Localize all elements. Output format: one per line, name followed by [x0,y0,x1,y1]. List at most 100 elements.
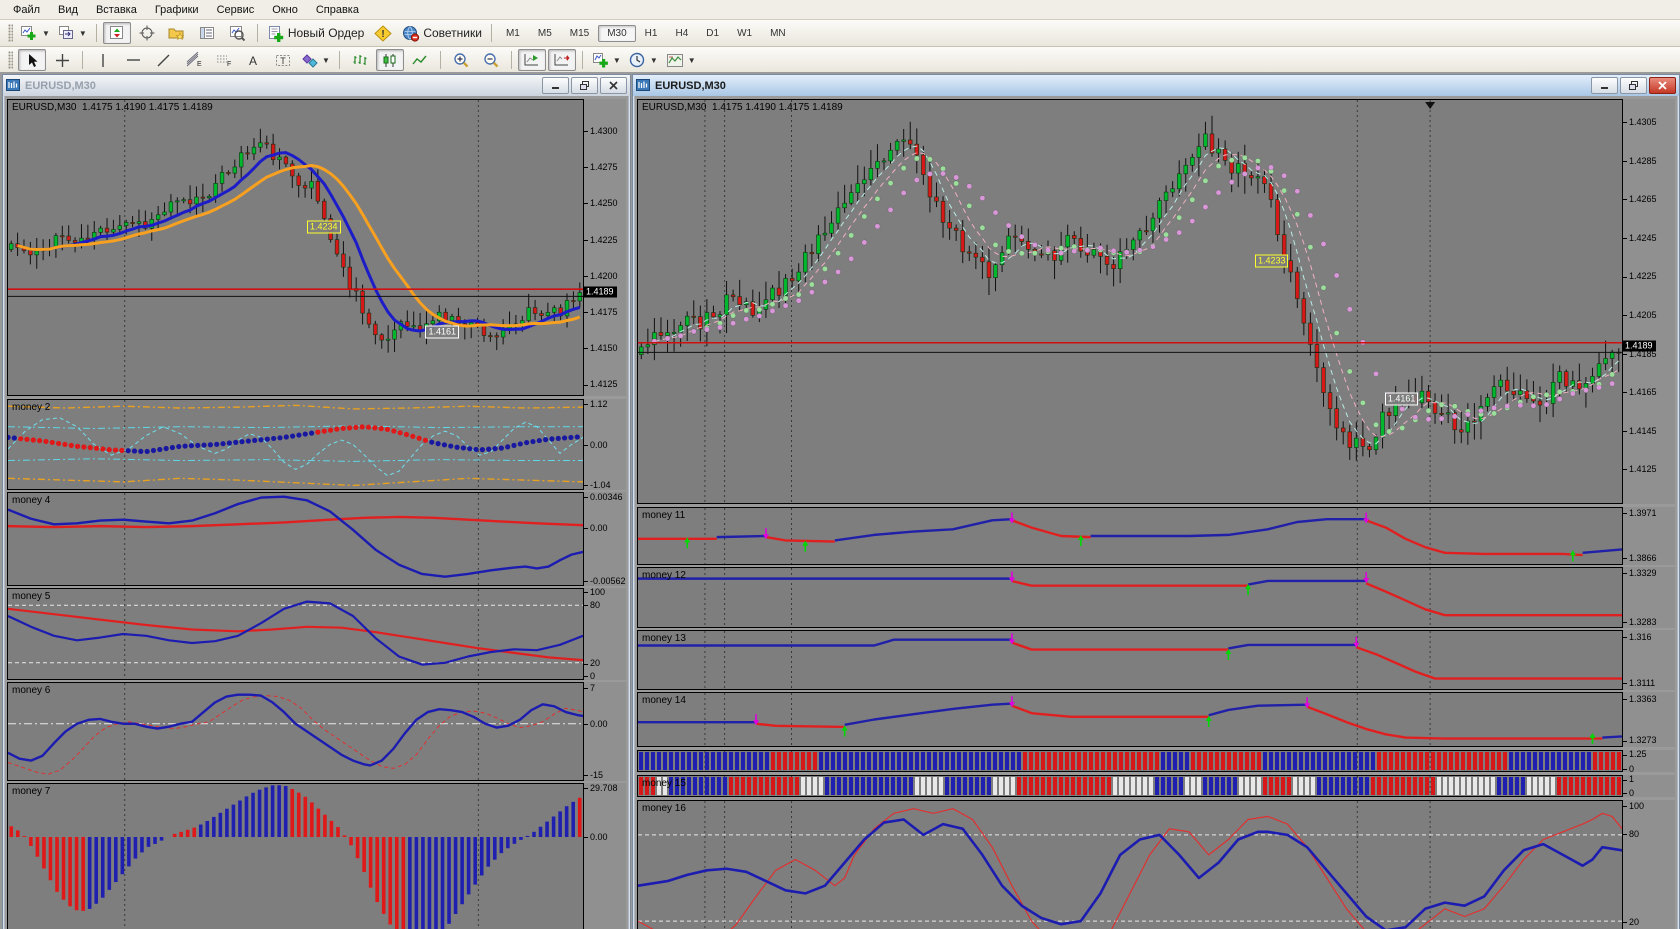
main-chart: EURUSD,M30 1.4175 1.4190 1.4175 1.41891.… [7,99,626,396]
navigator-button[interactable] [163,22,191,44]
label-button[interactable]: T [269,49,297,71]
menu-item-insert[interactable]: Вставка [87,2,146,18]
panel-money-2-price-axis[interactable]: 1.120.00-1.04 [584,399,626,490]
panel-money-13-plot[interactable]: money 13 [637,630,1623,690]
chart-client-area[interactable]: EURUSD,M30 1.4175 1.4190 1.4175 1.41891.… [5,96,628,929]
fibo-button[interactable]: E [179,49,207,71]
menu-item-service[interactable]: Сервис [208,2,264,18]
timeframe-m15-button[interactable]: M15 [561,25,598,42]
zoom-out-button[interactable] [477,49,505,71]
timeframe-d1-button[interactable]: D1 [697,25,728,42]
menu-item-charts[interactable]: Графики [146,2,208,18]
panel-money-11-price-axis[interactable]: 1.39711.3866 [1623,507,1675,565]
experts-button[interactable]: Советники [399,22,485,44]
menu-item-window[interactable]: Окно [263,2,307,18]
alert-button[interactable]: ! [369,22,397,44]
data-window-button[interactable] [133,22,161,44]
menu-item-view[interactable]: Вид [49,2,87,18]
axis-tick: 1.4305 [1623,117,1657,127]
axis-tick: 1.4175 [584,307,618,317]
panel-indicator-bars-4-price-axis[interactable]: 1.250 [1623,750,1675,772]
tester-button[interactable] [223,22,251,44]
panel-money-2-plot[interactable]: money 2 [7,399,584,490]
dropdown-caret-icon: ▼ [42,29,50,38]
main-chart-plot[interactable]: EURUSD,M30 1.4175 1.4190 1.4175 1.41891.… [637,99,1623,504]
timeframe-w1-button[interactable]: W1 [728,25,761,42]
vline-button[interactable] [89,49,117,71]
channel-button[interactable]: F [209,49,237,71]
chart-client-area[interactable]: EURUSD,M30 1.4175 1.4190 1.4175 1.41891.… [635,96,1677,929]
zoom-in-button[interactable] [447,49,475,71]
window-titlebar[interactable]: EURUSD,M30 [3,75,630,96]
panel-money-15-plot[interactable]: money 15 [637,775,1623,797]
crosshair-button[interactable] [48,49,76,71]
menu-item-help[interactable]: Справка [307,2,368,18]
cursor-button[interactable] [18,49,46,71]
menu-item-file[interactable]: Файл [4,2,49,18]
panel-money-12-plot[interactable]: money 12 [637,567,1623,628]
profiles-button[interactable]: ▼ [55,22,90,44]
line-chart-button[interactable] [406,49,434,71]
panel-money-6-price-axis[interactable]: 70.00-15 [584,682,626,781]
timeframe-m30-button[interactable]: M30 [598,25,635,42]
panel-money-15: money 1510 [637,775,1675,797]
indicator-name-label: money 4 [12,495,50,506]
axis-tick: -15 [584,770,603,780]
panel-money-14-price-axis[interactable]: 1.33631.3273 [1623,692,1675,747]
panel-money-5: money 5 10080200 [7,588,626,680]
text-button[interactable]: A [239,49,267,71]
panel-money-4-plot[interactable]: money 4 [7,492,584,586]
restore-button[interactable] [1620,77,1647,94]
panel-money-4-price-axis[interactable]: 0.003460.00-0.00562 [584,492,626,586]
new-order-button[interactable]: Новый Ордер [264,22,367,44]
panel-money-16-price-axis[interactable]: 10080200 [1623,800,1675,929]
panel-money-7-plot[interactable]: money 7 [7,783,584,929]
panel-money-16-plot[interactable]: money 16 [637,800,1623,929]
panel-money-5-plot[interactable]: money 5 [7,588,584,680]
window-titlebar[interactable]: EURUSD,M30 [633,75,1679,96]
minimize-button[interactable] [542,77,569,94]
hline-button[interactable] [119,49,147,71]
main-chart-price-axis[interactable]: 1.43051.42851.42651.42451.42251.42051.41… [1623,99,1675,504]
main-chart-price-axis[interactable]: 1.43001.42751.42501.42251.42001.41751.41… [584,99,626,396]
timeframe-mn-button[interactable]: MN [761,25,795,42]
toolbar-separator [491,24,492,42]
indicator-name-label: money 5 [12,591,50,602]
templates-button[interactable]: ▼ [663,49,699,71]
panel-money-7-price-axis[interactable]: 29.7080.00-69.2552 [584,783,626,929]
trendline-button[interactable] [149,49,177,71]
panel-money-15-price-axis[interactable]: 10 [1623,775,1675,797]
bars-chart-button[interactable] [346,49,374,71]
minimize-button[interactable] [1591,77,1618,94]
indicators-button[interactable]: ▼ [589,49,624,71]
toolbar-standard: ▼ ▼ Новый Ордер!Советники M1M5M15M30H1H4D1W… [0,20,1680,47]
panel-money-14-plot[interactable]: money 14 [637,692,1623,747]
toolbar-separator [96,24,97,42]
chart-shift-button[interactable] [548,49,576,71]
panel-indicator-bars-4: 1.250 [637,750,1675,772]
timeframe-m1-button[interactable]: M1 [497,25,529,42]
market-watch-button[interactable] [103,22,131,44]
channel-icon: F [215,52,232,68]
timeframe-m5-button[interactable]: M5 [529,25,561,42]
shapes-button[interactable]: ▼ [299,49,333,71]
new-chart-button[interactable]: ▼ [18,22,53,44]
timeframe-h1-button[interactable]: H1 [636,25,667,42]
panel-money-5-price-axis[interactable]: 10080200 [584,588,626,680]
candle-chart-button[interactable] [376,49,404,71]
panel-money-13-price-axis[interactable]: 1.3161.3111 [1623,630,1675,690]
close-button[interactable] [1649,77,1676,94]
autoscroll-button[interactable] [518,49,546,71]
restore-button[interactable] [571,77,598,94]
terminal-button[interactable] [193,22,221,44]
timeframe-h4-button[interactable]: H4 [666,25,697,42]
panel-money-12-price-axis[interactable]: 1.33291.3283 [1623,567,1675,628]
periods-button[interactable]: ▼ [626,49,661,71]
axis-tick: 1.4200 [584,271,618,281]
main-chart-plot[interactable]: EURUSD,M30 1.4175 1.4190 1.4175 1.41891.… [7,99,584,396]
panel-money-11-plot[interactable]: money 11 [637,507,1623,565]
panel-money-6-plot[interactable]: money 6 [7,682,584,781]
panel-indicator-bars-4-plot[interactable] [637,750,1623,772]
axis-tick: 1.4275 [584,162,618,172]
close-button[interactable] [600,77,627,94]
